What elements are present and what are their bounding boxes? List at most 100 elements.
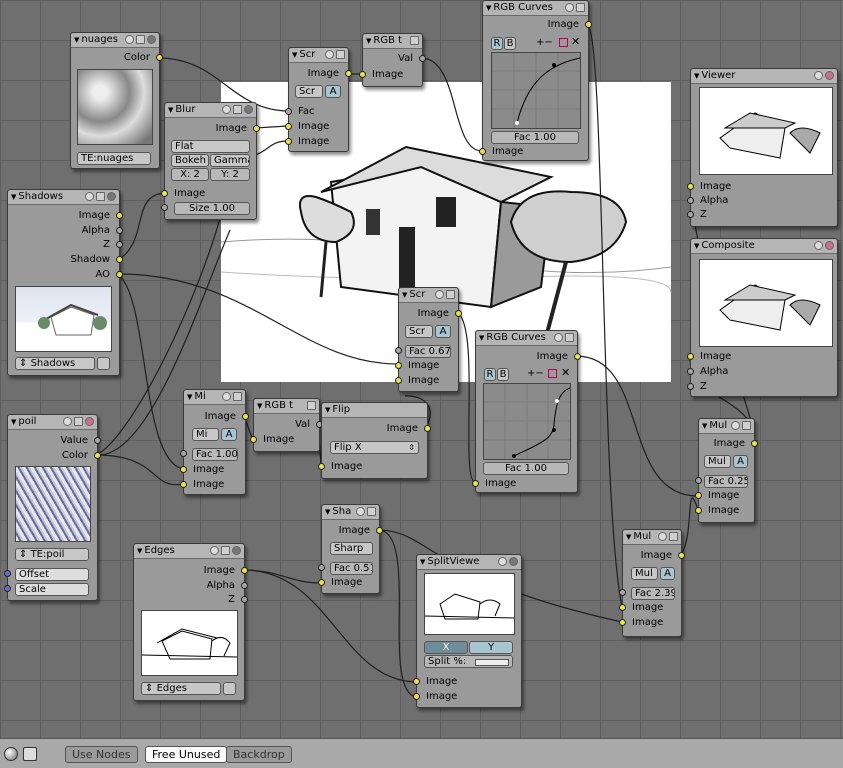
node-preview-icon[interactable] — [814, 241, 823, 250]
input-socket-size[interactable] — [161, 204, 168, 211]
curve-zoom-icon[interactable]: +− — [527, 368, 544, 379]
output-socket-image[interactable] — [455, 310, 462, 317]
fac-field[interactable]: Fac 1.00 — [491, 131, 579, 144]
blur-y-field[interactable]: Y: 2 — [210, 168, 250, 181]
blend-mode-dropdown[interactable]: Mi — [192, 428, 219, 441]
output-socket-alpha[interactable] — [241, 582, 248, 589]
node-header[interactable]: ▼ Edges — [134, 544, 244, 559]
node-menu-icon[interactable] — [576, 3, 585, 12]
fac-field[interactable]: Fac 0.25 — [704, 475, 748, 488]
gamma-toggle[interactable]: Gamma — [210, 154, 250, 167]
node-menu-icon[interactable] — [336, 50, 345, 59]
node-render-layer-shadows[interactable]: ▼ Shadows Image Alpha Z Shadow AO ⇕ Shado… — [7, 189, 123, 376]
node-menu-icon[interactable] — [669, 532, 678, 541]
node-header[interactable]: ▼ SplitViewe — [417, 555, 521, 570]
node-menu-icon[interactable] — [221, 546, 230, 555]
output-socket-image[interactable] — [242, 413, 249, 420]
input-socket-fac[interactable] — [619, 589, 626, 596]
alpha-toggle[interactable]: A — [733, 455, 748, 468]
node-hide-icon[interactable] — [244, 105, 253, 114]
collapse-triangle-icon[interactable]: ▼ — [626, 533, 631, 541]
fac-field[interactable]: Fac 0.67 — [405, 345, 451, 358]
input-socket-image[interactable] — [472, 480, 479, 487]
input-socket-image[interactable] — [250, 436, 257, 443]
node-header[interactable]: ▼ Mul — [699, 419, 754, 434]
collapse-triangle-icon[interactable]: ▼ — [137, 547, 142, 555]
node-preview-icon[interactable] — [210, 546, 219, 555]
node-hide-icon[interactable] — [232, 546, 241, 555]
node-viewer[interactable]: ▼ Viewer Image Alpha Z — [687, 68, 838, 227]
node-preview-icon[interactable] — [814, 71, 823, 80]
input-socket-image2[interactable] — [413, 693, 420, 700]
input-socket-image2[interactable] — [180, 481, 187, 488]
curve-channel-b[interactable]: B — [504, 37, 516, 50]
node-screen-mix-2[interactable]: ▼ Scr Image Scr A Fac 0.67 Image Image — [395, 287, 462, 392]
input-socket-alpha[interactable] — [687, 368, 694, 375]
node-menu-icon[interactable] — [233, 392, 242, 401]
output-socket-value[interactable] — [94, 437, 101, 444]
blur-x-field[interactable]: X: 2 — [171, 168, 209, 181]
render-layer-dropdown[interactable]: ⇕ Shadows — [15, 357, 95, 370]
node-preview-icon[interactable] — [356, 507, 365, 516]
input-socket-offset[interactable] — [4, 570, 11, 577]
node-render-layer-edges[interactable]: ▼ Edges Image Alpha Z ⇕ Edges — [133, 543, 248, 701]
curve-delete-icon[interactable]: ✕ — [561, 366, 570, 379]
node-header[interactable]: ▼ Composite — [691, 239, 837, 254]
node-header[interactable]: ▼ Mul — [623, 530, 681, 545]
output-socket-image[interactable] — [751, 440, 758, 447]
node-rgb-to-bw-2[interactable]: ▼ RGB t Val Image — [250, 398, 323, 452]
bokeh-toggle[interactable]: Bokeh — [171, 154, 209, 167]
node-screen-mix[interactable]: ▼ Scr Image Scr A Fac Image Image — [285, 47, 352, 152]
node-header[interactable]: ▼ RGB t — [254, 399, 319, 414]
render-layer-icon[interactable] — [97, 357, 110, 370]
output-socket-image[interactable] — [116, 212, 123, 219]
node-menu-icon[interactable] — [136, 35, 145, 44]
node-preview-icon[interactable] — [85, 192, 94, 201]
node-editor-icon[interactable] — [23, 747, 37, 761]
blend-mode-dropdown[interactable]: Mul — [704, 455, 731, 468]
free-unused-button[interactable]: Free Unused — [145, 746, 228, 763]
curve-zoom-icon[interactable]: +− — [536, 37, 553, 48]
output-socket-z[interactable] — [241, 596, 248, 603]
input-socket-image1[interactable] — [695, 492, 702, 499]
node-preview-icon[interactable] — [565, 3, 574, 12]
input-socket-image1[interactable] — [619, 604, 626, 611]
node-flip[interactable]: ▼ Flip Image Flip X ⇕ Image — [318, 402, 431, 479]
node-header[interactable]: ▼ Sha — [322, 505, 379, 520]
input-socket-image[interactable] — [161, 190, 168, 197]
blend-mode-dropdown[interactable]: Mul — [631, 567, 658, 580]
output-socket-alpha[interactable] — [116, 227, 123, 234]
input-socket-image[interactable] — [687, 353, 694, 360]
output-socket-shadow[interactable] — [116, 256, 123, 263]
collapse-triangle-icon[interactable]: ▼ — [702, 422, 707, 430]
texture-selector[interactable]: ⇕ TE:poil — [15, 548, 89, 561]
use-nodes-toggle[interactable]: Use Nodes — [65, 746, 138, 763]
node-header[interactable]: ▼ nuages — [71, 33, 159, 48]
collapse-triangle-icon[interactable]: ▼ — [325, 508, 330, 516]
node-header[interactable]: ▼ Flip — [322, 403, 427, 418]
node-hide-icon[interactable] — [147, 35, 156, 44]
collapse-triangle-icon[interactable]: ▼ — [479, 334, 484, 342]
input-socket-image2[interactable] — [285, 138, 292, 145]
node-header[interactable]: ▼ Shadows — [8, 190, 119, 205]
curve-clip-icon[interactable] — [559, 38, 568, 47]
node-editor[interactable]: ▼ nuages Color TE:nuages ▼ Blur Image Flat… — [0, 0, 843, 738]
input-socket-fac[interactable] — [395, 347, 402, 354]
collapse-triangle-icon[interactable]: ▼ — [74, 36, 79, 44]
sphere-view-icon[interactable] — [4, 747, 18, 761]
node-header[interactable]: ▼ RGB t — [363, 34, 422, 49]
backdrop-toggle[interactable]: Backdrop — [226, 746, 292, 763]
node-hide-icon[interactable] — [509, 557, 518, 566]
node-preview-icon[interactable] — [498, 557, 507, 566]
output-socket-ao[interactable] — [116, 271, 123, 278]
split-axis-y[interactable]: Y — [469, 641, 513, 654]
node-header[interactable]: ▼ RGB Curves — [483, 1, 588, 16]
node-split-viewer[interactable]: ▼ SplitViewe X Y Split %: Image Image — [413, 554, 522, 708]
input-socket-image1[interactable] — [413, 678, 420, 685]
input-socket-image2[interactable] — [619, 619, 626, 626]
curve-editor[interactable] — [491, 52, 581, 129]
render-layer-dropdown[interactable]: ⇕ Edges — [141, 682, 221, 695]
node-menu-icon[interactable] — [446, 290, 455, 299]
input-socket-fac[interactable] — [695, 477, 702, 484]
node-preview-icon[interactable] — [222, 392, 231, 401]
